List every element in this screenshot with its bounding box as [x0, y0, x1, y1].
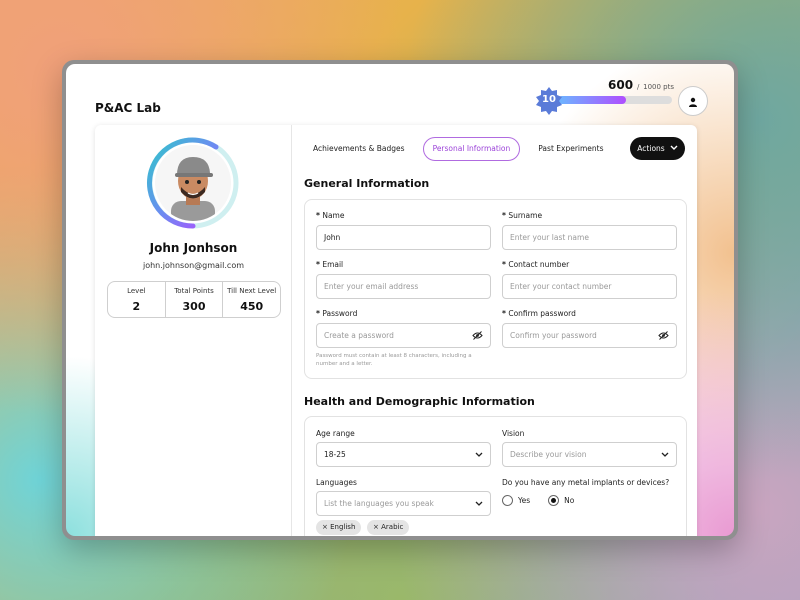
radio-button[interactable]	[548, 495, 560, 506]
language-chip-english: × English	[316, 520, 362, 535]
stat-label: Level	[127, 287, 146, 295]
profile-sidebar: John Jonhson john.johnson@gmail.com Leve…	[95, 125, 292, 536]
eye-off-icon[interactable]	[472, 324, 483, 347]
points-progress-fill	[558, 96, 627, 104]
chevron-down-icon	[475, 492, 483, 515]
age-range-value: 18-25	[324, 450, 346, 459]
chip-remove-icon[interactable]: ×	[373, 523, 379, 531]
chip-remove-icon[interactable]: ×	[322, 523, 328, 531]
implants-question-label: Do you have any metal implants or device…	[502, 478, 670, 487]
stat-value: 450	[240, 300, 264, 313]
implants-radio-group: Yes No	[502, 495, 586, 506]
implants-radio-yes[interactable]: Yes	[502, 495, 530, 506]
stat-label: Till Next Level	[227, 287, 277, 295]
tab-personal-information[interactable]: Personal Information	[422, 137, 521, 161]
tab-past-experiments[interactable]: Past Experiments	[529, 137, 612, 161]
implants-radio-no[interactable]: No	[548, 495, 574, 506]
profile-email: john.johnson@gmail.com	[142, 261, 245, 270]
radio-label: No	[564, 496, 575, 505]
surname-input[interactable]: Enter your last name	[502, 225, 677, 250]
avatar[interactable]	[155, 145, 231, 221]
name-input[interactable]: John	[316, 225, 491, 250]
profile-stats: Level 2 Total Points 300 Till Next Level…	[107, 281, 281, 318]
email-field[interactable]: Enter your email address	[316, 274, 491, 299]
points-total: 1000 pts	[643, 83, 674, 91]
tab-bar: Achievements & Badges Personal Informati…	[304, 137, 622, 161]
level-badge-number: 10	[542, 94, 556, 105]
profile-name: John Jonhson	[149, 241, 238, 255]
stat-total-points: Total Points 300	[166, 282, 224, 317]
radio-label: Yes	[518, 496, 531, 505]
languages-label: Languages	[316, 478, 357, 487]
surname-label: * Surname	[502, 211, 543, 220]
password-input[interactable]: Create a password	[316, 323, 491, 348]
email-label: * Email	[316, 260, 344, 269]
tab-achievements[interactable]: Achievements & Badges	[304, 137, 414, 161]
languages-select[interactable]: List the languages you speak	[316, 491, 491, 516]
chip-label: Arabic	[381, 523, 404, 531]
health-information-title: Health and Demographic Information	[304, 395, 535, 408]
chip-label: English	[330, 523, 356, 531]
radio-button[interactable]	[502, 495, 513, 506]
level-badge-icon: 10	[535, 87, 563, 115]
chevron-down-icon	[475, 443, 483, 466]
vision-label: Vision	[502, 429, 525, 438]
stat-value: 2	[132, 300, 141, 313]
stat-value: 300	[182, 300, 206, 313]
confirm-password-input[interactable]: Confirm your password	[502, 323, 677, 348]
password-hint: Password must contain at least 8 charact…	[316, 353, 472, 367]
age-range-label: Age range	[316, 429, 355, 438]
main-content: Achievements & Badges Personal Informati…	[292, 125, 697, 536]
stat-till-next-level: Till Next Level 450	[223, 282, 280, 317]
password-label: * Password	[316, 309, 358, 318]
language-chip-arabic: × Arabic	[367, 520, 410, 535]
actions-label: Actions	[637, 144, 665, 153]
chevron-down-icon	[670, 144, 678, 153]
health-information-panel: Age range 18-25 Vision Describe your vis…	[304, 416, 687, 536]
actions-button[interactable]: Actions	[630, 137, 685, 160]
profile-avatar-ring	[146, 136, 240, 230]
confirm-password-placeholder: Confirm your password	[510, 331, 597, 340]
contact-number-input[interactable]: Enter your contact number	[502, 274, 677, 299]
confirm-password-label: * Confirm password	[502, 309, 576, 318]
vision-select[interactable]: Describe your vision	[502, 442, 677, 467]
profile-card: John Jonhson john.johnson@gmail.com Leve…	[95, 125, 697, 536]
general-information-title: General Information	[304, 177, 430, 190]
eye-off-icon[interactable]	[658, 324, 669, 347]
user-icon	[688, 92, 698, 111]
general-information-panel: * Name John * Surname Enter your last na…	[304, 199, 687, 379]
app-title: P&AC Lab	[95, 101, 161, 115]
languages-placeholder: List the languages you speak	[324, 499, 434, 508]
points-readout: 600 / 1000 pts	[608, 78, 674, 92]
points-current: 600	[608, 78, 634, 92]
device-frame: P&AC Lab 600 / 1000 pts 10 John Jonhson …	[62, 60, 738, 540]
name-label: * Name	[316, 211, 345, 220]
user-menu-button[interactable]	[678, 86, 708, 116]
app-screen: P&AC Lab 600 / 1000 pts 10 John Jonhson …	[66, 64, 734, 536]
stat-label: Total Points	[174, 287, 214, 295]
stat-level: Level 2	[108, 282, 166, 317]
points-progress-bar	[558, 96, 672, 104]
points-separator: /	[636, 83, 640, 91]
vision-placeholder: Describe your vision	[510, 450, 587, 459]
contact-number-label: * Contact number	[502, 260, 570, 269]
age-range-select[interactable]: 18-25	[316, 442, 491, 467]
password-placeholder: Create a password	[324, 331, 394, 340]
chevron-down-icon	[661, 443, 669, 466]
